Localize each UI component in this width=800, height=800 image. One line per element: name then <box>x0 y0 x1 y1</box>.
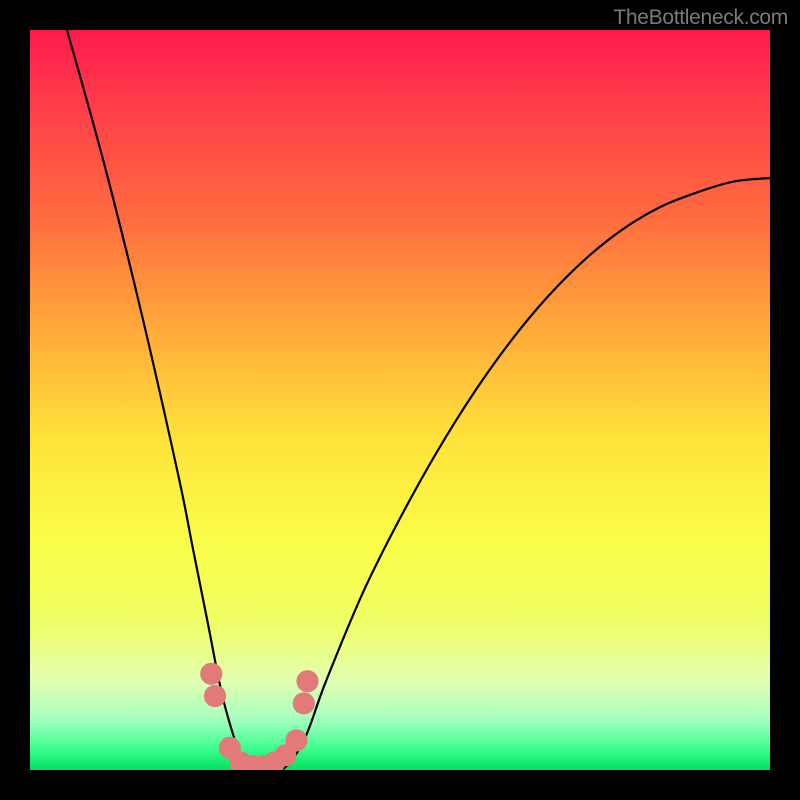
series-bottleneck-curve <box>67 30 770 770</box>
marker-8 <box>285 729 307 751</box>
marker-0 <box>200 663 222 685</box>
plot-area <box>30 30 770 770</box>
curve-layer <box>30 30 770 770</box>
chart-frame: TheBottleneck.com <box>0 0 800 800</box>
marker-9 <box>293 692 315 714</box>
attribution-label: TheBottleneck.com <box>613 6 788 30</box>
marker-10 <box>296 670 318 692</box>
marker-1 <box>204 685 226 707</box>
